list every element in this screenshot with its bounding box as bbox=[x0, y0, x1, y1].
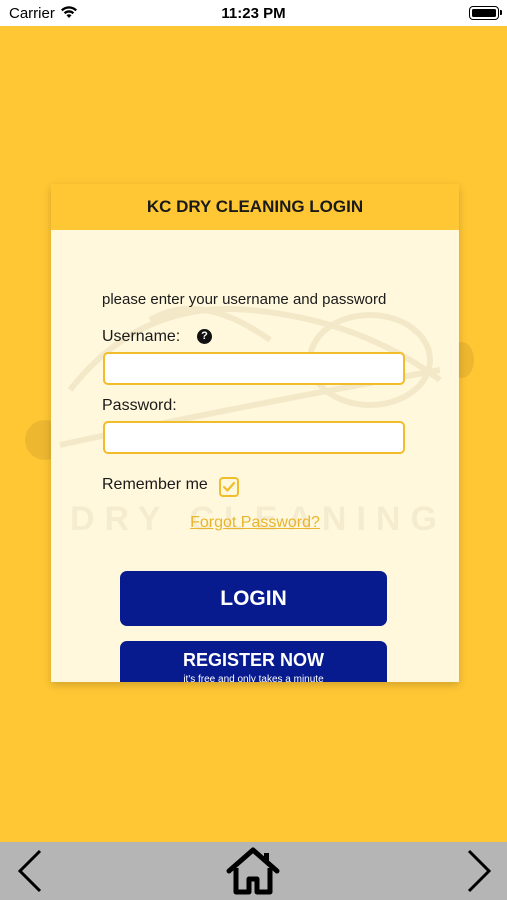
password-label: Password: bbox=[102, 397, 177, 414]
help-icon[interactable]: ? bbox=[197, 329, 212, 344]
remember-me-label: Remember me bbox=[102, 476, 208, 493]
login-form: DRY CLEANING please enter your username … bbox=[51, 230, 459, 682]
chevron-right-icon bbox=[467, 849, 492, 893]
register-button-subtext: it's free and only takes a minute bbox=[183, 674, 324, 682]
chevron-left-icon bbox=[17, 849, 42, 893]
checkmark-icon bbox=[222, 481, 236, 492]
battery-icon bbox=[469, 6, 502, 20]
clock: 11:23 PM bbox=[221, 5, 286, 22]
instructions-text: please enter your username and password bbox=[102, 291, 387, 308]
username-label: Username: bbox=[102, 328, 181, 345]
back-button[interactable] bbox=[0, 842, 60, 900]
login-button[interactable]: LOGIN bbox=[120, 571, 387, 626]
forgot-password-link[interactable]: Forgot Password? bbox=[51, 514, 459, 532]
password-input[interactable] bbox=[103, 421, 405, 454]
login-card: KC DRY CLEANING LOGIN DRY CLEANING pleas… bbox=[51, 184, 459, 682]
home-button[interactable] bbox=[223, 842, 283, 900]
forward-button[interactable] bbox=[449, 842, 507, 900]
register-button[interactable]: REGISTER NOW it's free and only takes a … bbox=[120, 641, 387, 682]
home-icon bbox=[226, 847, 280, 895]
username-input[interactable] bbox=[103, 352, 405, 385]
bottom-nav-bar bbox=[0, 842, 507, 900]
remember-me-checkbox[interactable] bbox=[219, 477, 239, 497]
login-title: KC DRY CLEANING LOGIN bbox=[51, 184, 459, 230]
register-button-label: REGISTER NOW bbox=[182, 650, 324, 670]
status-bar: Carrier 11:23 PM bbox=[0, 0, 507, 26]
